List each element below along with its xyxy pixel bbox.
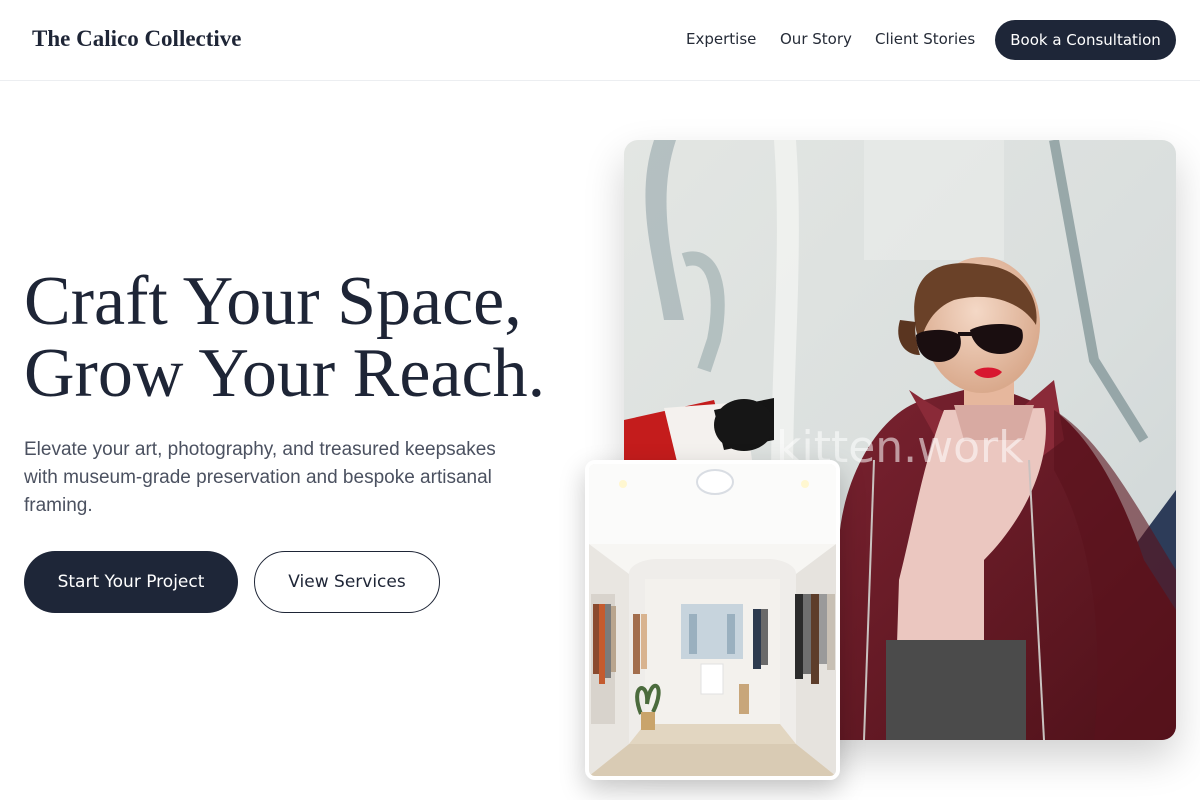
hero-headline-line2: Grow Your Reach. [24, 335, 546, 412]
shop-interior-photo [585, 460, 840, 780]
view-services-button[interactable]: View Services [254, 551, 440, 613]
nav-link-our-story[interactable]: Our Story [780, 30, 852, 48]
hero-subtext: Elevate your art, photography, and treas… [24, 439, 496, 516]
brand-logo[interactable]: The Calico Collective [32, 26, 242, 52]
site-header: The Calico Collective Expertise Our Stor… [0, 0, 1200, 81]
nav-link-client-stories[interactable]: Client Stories [875, 30, 975, 48]
nav-link-expertise[interactable]: Expertise [686, 30, 756, 48]
hero-headline-line1: Craft Your Space, [24, 263, 522, 340]
start-project-button[interactable]: Start Your Project [24, 551, 238, 613]
hero-headline: Craft Your Space, Grow Your Reach. [24, 266, 604, 410]
book-consultation-button[interactable]: Book a Consultation [995, 20, 1176, 60]
